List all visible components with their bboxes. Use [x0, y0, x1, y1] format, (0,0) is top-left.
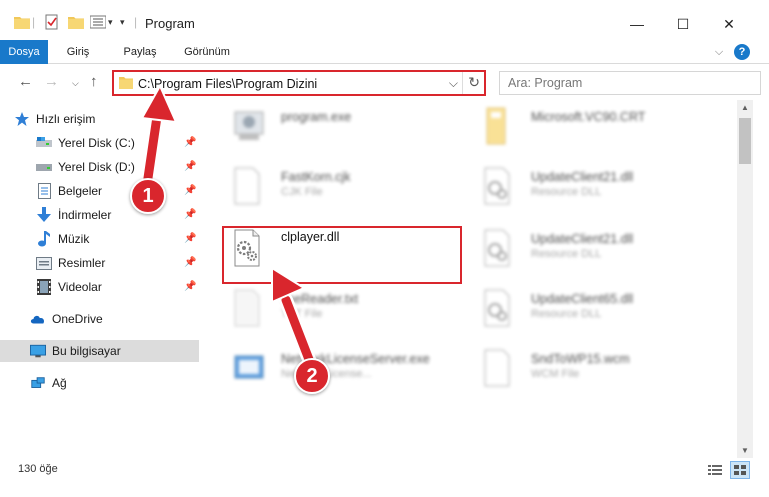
drive-icon [36, 135, 52, 151]
tab-share[interactable]: Paylaş [120, 40, 160, 64]
pin-icon[interactable]: 📌 [184, 209, 196, 221]
tab-file[interactable]: Dosya [0, 40, 48, 64]
pin-icon[interactable]: 📌 [184, 257, 196, 269]
tab-view[interactable]: Görünüm [180, 40, 234, 64]
minimize-button[interactable]: — [614, 10, 660, 38]
help-icon[interactable]: ? [734, 44, 750, 60]
up-button[interactable]: ↑ [90, 73, 98, 90]
folder-icon [481, 106, 517, 150]
forward-button[interactable]: → [44, 73, 59, 90]
sidebar-item-videos[interactable]: Videolar 📌 [36, 276, 200, 298]
file-item[interactable]: NetworkLicenseServer.exe Network License… [223, 344, 473, 400]
qa-customize-icon[interactable]: ▾ [120, 12, 125, 32]
sidebar-item-downloads[interactable]: İndirmeler 📌 [36, 204, 200, 226]
address-dropdown-icon[interactable]: ⌵ [449, 76, 458, 91]
sidebar-item-disk-d[interactable]: Yerel Disk (D:) 📌 [36, 156, 200, 178]
exe-file-icon [231, 106, 267, 150]
music-icon [36, 231, 52, 247]
cloud-icon [30, 311, 46, 327]
properties-icon[interactable] [44, 12, 60, 32]
computer-icon [30, 343, 46, 359]
sidebar-item-pictures[interactable]: Resimler 📌 [36, 252, 200, 274]
pin-icon[interactable]: 📌 [184, 281, 196, 293]
search-input[interactable]: Ara: Program [499, 71, 761, 95]
scroll-thumb[interactable] [739, 118, 751, 164]
file-item[interactable]: FastKorn.cjk CJK File [223, 162, 473, 218]
scroll-down-icon[interactable]: ▼ [741, 446, 749, 455]
refresh-button[interactable]: ↻ [468, 74, 480, 91]
highlight-box [222, 226, 462, 284]
address-row: ← → ⌵ ↑ C:\Program Files\Program Dizini … [0, 64, 769, 100]
folder-icon [119, 76, 133, 92]
dll-file-icon [481, 288, 517, 332]
item-count: 130 öğe [18, 463, 58, 475]
qa-dropdown-icon[interactable]: ▾ [108, 12, 113, 32]
file-item[interactable]: fineReader.txt TXT File [223, 284, 473, 340]
search-placeholder: Ara: Program [508, 76, 583, 90]
exe-file-icon [231, 348, 267, 392]
sidebar-item-network[interactable]: Ağ [30, 372, 229, 394]
generic-file-icon [481, 348, 517, 392]
details-view-icon[interactable] [708, 464, 722, 479]
step-1-badge: 1 [130, 178, 166, 214]
maximize-button[interactable]: ☐ [660, 10, 706, 38]
vertical-scrollbar[interactable]: ▲ ▼ [737, 100, 753, 458]
sidebar-item-this-pc[interactable]: Bu bilgisayar [0, 340, 199, 362]
file-item[interactable]: SndToWP15.wcm WCM File [473, 344, 723, 400]
close-button[interactable]: ✕ [706, 10, 752, 38]
address-path: C:\Program Files\Program Dizini [138, 77, 318, 91]
view-options-icon[interactable] [90, 12, 106, 32]
status-bar: 130 öğe [0, 458, 769, 482]
pin-icon[interactable]: 📌 [184, 161, 196, 173]
ribbon-expand-icon[interactable]: ⌵ [712, 40, 726, 64]
pin-icon[interactable]: 📌 [184, 233, 196, 245]
pictures-icon [36, 255, 52, 271]
videos-icon [36, 279, 52, 295]
dll-file-icon [481, 166, 517, 210]
pin-icon[interactable]: 📌 [184, 137, 196, 149]
scroll-up-icon[interactable]: ▲ [741, 103, 749, 112]
sidebar-item-music[interactable]: Müzik 📌 [36, 228, 200, 250]
folder-icon [14, 12, 30, 32]
pin-icon[interactable]: 📌 [184, 185, 196, 197]
star-icon [14, 111, 30, 127]
dll-file-icon [481, 228, 517, 272]
sidebar-item-quick-access[interactable]: Hızlı erişim [14, 108, 213, 130]
drive-icon [36, 159, 52, 175]
new-folder-icon[interactable] [68, 12, 84, 32]
title-bar: | ▾ ▾ | Program — ☐ ✕ [0, 0, 769, 40]
window-title: Program [145, 16, 195, 31]
recent-locations-icon[interactable]: ⌵ [72, 78, 79, 89]
navigation-pane: Hızlı erişim Yerel Disk (C:) 📌 Yerel Dis… [0, 100, 205, 460]
sidebar-item-disk-c[interactable]: Yerel Disk (C:) 📌 [36, 132, 200, 154]
tab-home[interactable]: Giriş [62, 40, 94, 64]
sidebar-item-documents[interactable]: Belgeler 📌 [36, 180, 200, 202]
text-file-icon [231, 288, 267, 332]
address-bar[interactable]: C:\Program Files\Program Dizini ⌵ ↻ [112, 70, 486, 96]
folder-item[interactable]: Microsoft.VC90.CRT [473, 102, 723, 158]
step-2-badge: 2 [294, 358, 330, 394]
documents-icon [36, 183, 52, 199]
back-button[interactable]: ← [18, 73, 33, 90]
generic-file-icon [231, 166, 267, 210]
tiles-view-icon[interactable] [730, 461, 750, 479]
file-item[interactable]: program.exe [223, 102, 473, 158]
download-icon [36, 207, 52, 223]
file-item[interactable]: UpdateClient21.dll Resource DLL [473, 224, 723, 280]
sidebar-item-onedrive[interactable]: OneDrive [30, 308, 229, 330]
network-icon [30, 375, 46, 391]
file-item[interactable]: UpdateClient65.dll Resource DLL [473, 284, 723, 340]
ribbon: Dosya Giriş Paylaş Görünüm ⌵ ? [0, 40, 769, 64]
file-item[interactable]: UpdateClient21.dll Resource DLL [473, 162, 723, 218]
